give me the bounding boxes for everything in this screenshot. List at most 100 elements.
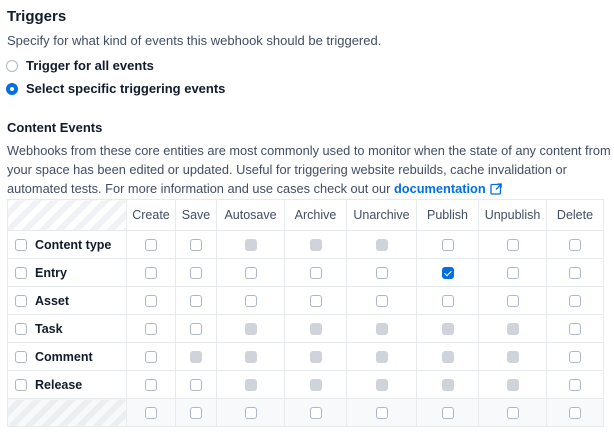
event-checkbox-unarchive [375,351,388,364]
event-checkbox-publish[interactable] [441,267,454,280]
column-select-checkbox-autosave[interactable] [244,407,257,420]
row-select-checkbox[interactable] [15,378,27,391]
event-checkbox-create[interactable] [145,239,157,252]
event-checkbox-archive[interactable] [309,267,322,280]
event-checkbox-publish[interactable] [441,295,454,308]
event-checkbox-save[interactable] [190,267,202,280]
footer-cell [126,398,176,427]
radio-trigger-all-events[interactable]: Trigger for all events [6,58,154,73]
event-cell [546,342,604,371]
row-select-checkbox[interactable] [15,238,27,251]
event-checkbox-delete[interactable] [569,351,581,364]
event-checkbox-unpublish[interactable] [506,267,519,280]
webhook-triggers-panel: Triggers Specify for what kind of events… [0,0,614,447]
event-checkbox-save [190,351,202,364]
table-row: Release [7,370,604,399]
event-cell [416,286,479,315]
row-select-checkbox[interactable] [15,322,27,335]
row-select-checkbox[interactable] [15,350,27,363]
event-checkbox-save[interactable] [190,239,202,252]
event-cell [284,258,347,287]
event-checkbox-archive[interactable] [309,295,322,308]
event-cell [546,258,604,287]
event-checkbox-save[interactable] [190,323,202,336]
column-select-checkbox-save[interactable] [190,407,202,420]
event-checkbox-unarchive [375,379,388,392]
event-checkbox-unpublish[interactable] [506,295,519,308]
event-checkbox-delete[interactable] [569,267,581,280]
footer-cell [216,398,285,427]
event-checkbox-delete[interactable] [569,239,581,252]
column-select-checkbox-publish[interactable] [441,407,454,420]
event-checkbox-save[interactable] [190,295,202,308]
event-checkbox-publish[interactable] [441,239,454,252]
radio-button-icon[interactable] [6,59,18,72]
table-row: Entry [7,258,604,287]
header-corner [7,199,127,231]
event-cell [416,342,479,371]
column-select-checkbox-unpublish[interactable] [506,407,519,420]
column-select-checkbox-create[interactable] [145,407,157,420]
event-cell [216,342,285,371]
row-label: Asset [35,293,70,308]
event-cell [216,314,285,343]
content-events-description: Webhooks from these core entities are mo… [7,141,611,198]
footer-cell [284,398,347,427]
event-checkbox-save[interactable] [190,379,202,392]
column-select-checkbox-unarchive[interactable] [375,407,388,420]
column-header: Autosave [216,199,285,231]
event-checkbox-delete[interactable] [569,323,581,336]
table-row: Comment [7,342,604,371]
event-cell [216,258,285,287]
triggers-title: Triggers [7,8,67,25]
event-cell [478,314,547,343]
event-checkbox-create[interactable] [145,351,157,364]
radio-button-selected-icon[interactable] [6,82,18,95]
row-header: Asset [7,286,127,315]
event-checkbox-create[interactable] [145,379,157,392]
event-cell [546,314,604,343]
column-header: Save [175,199,217,231]
event-checkbox-archive [309,379,322,392]
event-cell [478,370,547,399]
triggers-subtitle: Specify for what kind of events this web… [7,33,382,48]
event-checkbox-create[interactable] [145,267,157,280]
event-cell [478,342,547,371]
event-checkbox-autosave[interactable] [244,295,257,308]
event-checkbox-create[interactable] [145,295,157,308]
event-checkbox-archive [309,239,322,252]
content-events-title: Content Events [7,120,103,135]
event-cell [126,314,176,343]
event-cell [175,286,217,315]
radio-select-specific-events[interactable]: Select specific triggering events [6,81,225,96]
row-label: Release [35,377,83,392]
event-checkbox-autosave[interactable] [244,267,257,280]
event-checkbox-delete[interactable] [569,295,581,308]
event-cell [216,230,285,259]
documentation-link[interactable]: documentation [394,181,502,196]
column-select-checkbox-archive[interactable] [309,407,322,420]
column-header: Publish [416,199,479,231]
event-cell [416,258,479,287]
event-cell [478,230,547,259]
column-header: Delete [546,199,604,231]
event-checkbox-unarchive[interactable] [375,267,388,280]
event-cell [175,258,217,287]
footer-cell [346,398,417,427]
content-events-table: Create Save Autosave Archive Unarchive P… [7,199,604,427]
table-row: Content type [7,230,604,259]
event-cell [546,230,604,259]
row-select-checkbox[interactable] [15,294,27,307]
event-checkbox-unpublish[interactable] [506,239,519,252]
event-checkbox-create[interactable] [145,323,157,336]
footer-cell [416,398,479,427]
event-cell [346,258,417,287]
row-select-checkbox[interactable] [15,266,27,279]
column-select-checkbox-delete[interactable] [569,407,581,420]
event-checkbox-unarchive [375,323,388,336]
event-checkbox-unarchive[interactable] [375,295,388,308]
event-cell [346,370,417,399]
event-cell [478,286,547,315]
event-checkbox-delete[interactable] [569,379,581,392]
event-cell [416,314,479,343]
